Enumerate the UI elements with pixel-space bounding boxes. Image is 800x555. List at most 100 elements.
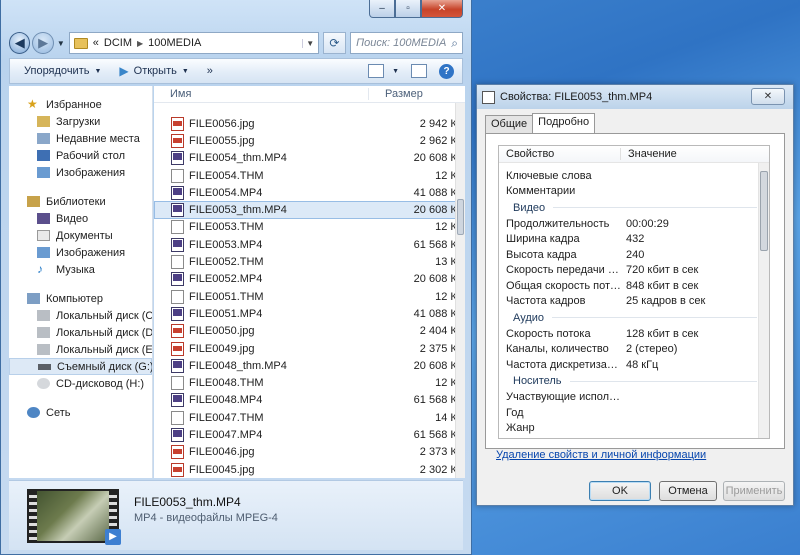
breadcrumb-100media[interactable]: 100MEDIA	[148, 37, 201, 49]
property-row[interactable]: Скорость потока 128 кбит в сек	[499, 326, 769, 342]
property-row[interactable]: Участвующие исполнители	[499, 390, 769, 406]
refresh-button[interactable]: ⟳	[322, 32, 347, 54]
property-row[interactable]: Ширина кадра 432	[499, 232, 769, 248]
apply-button[interactable]: Применить	[723, 481, 785, 501]
nav-documents[interactable]: Документы	[9, 227, 152, 244]
property-row[interactable]: Продолжительность 00:00:29	[499, 216, 769, 232]
nav-music[interactable]: ♪ Музыка	[9, 261, 152, 278]
tab-general[interactable]: Общие	[485, 115, 534, 133]
tab-details[interactable]: Подробно	[532, 113, 596, 133]
file-row[interactable]: FILE0054.THM 12 КБ	[154, 167, 465, 184]
file-row[interactable]: FILE0053.THM 12 КБ	[154, 219, 465, 236]
dialog-close-button[interactable]: ✕	[751, 88, 785, 105]
nav-libraries[interactable]: Библиотеки	[9, 193, 152, 210]
file-row[interactable]: FILE0054.MP4 41 088 КБ	[154, 184, 465, 201]
property-row[interactable]: Ключевые слова	[499, 168, 769, 184]
column-value[interactable]: Значение	[621, 148, 677, 160]
column-property[interactable]: Свойство	[499, 148, 621, 160]
file-row[interactable]: FILE0047.MP4 61 568 КБ	[154, 426, 465, 443]
nav-drive-g[interactable]: Съемный диск (G:)	[9, 358, 152, 375]
nav-recent-places[interactable]: Недавние места	[9, 130, 152, 147]
property-row[interactable]: Комментарии	[499, 184, 769, 200]
breadcrumb-dcim[interactable]: DCIM	[104, 37, 132, 49]
pictures-icon	[37, 167, 50, 178]
property-row[interactable]: Скорость передачи данн... 720 кбит в сек	[499, 263, 769, 279]
property-row[interactable]: Год	[499, 405, 769, 421]
nav-drive-d[interactable]: Локальный диск (D:)	[9, 324, 152, 341]
file-row[interactable]: FILE0051.MP4 41 088 КБ	[154, 305, 465, 322]
property-row[interactable]: Общая скорость потока 848 кбит в сек	[499, 278, 769, 294]
more-commands-button[interactable]: »	[207, 65, 213, 77]
nav-pictures[interactable]: Изображения	[9, 244, 152, 261]
file-row[interactable]: FILE0049.jpg 2 375 КБ	[154, 340, 465, 357]
breadcrumb-prefix[interactable]: «	[93, 37, 99, 49]
file-row[interactable]: FILE0055.jpg 2 962 КБ	[154, 132, 465, 149]
nav-computer[interactable]: Компьютер	[9, 290, 152, 307]
downloads-icon	[37, 116, 50, 127]
chevron-right-icon[interactable]: ▶	[137, 39, 143, 48]
open-button[interactable]: ▶ Открыть ▼	[119, 64, 188, 78]
nav-label: Недавние места	[56, 132, 140, 145]
file-name: FILE0047.THM	[189, 411, 264, 424]
jpg-file-icon	[171, 116, 184, 131]
file-row[interactable]: FILE0048_thm.MP4 20 608 КБ	[154, 357, 465, 374]
nav-favorites[interactable]: ★ Избранное	[9, 96, 152, 113]
cancel-button[interactable]: Отмена	[659, 481, 717, 501]
search-input[interactable]: Поиск: 100MEDIA ⌕	[350, 32, 463, 54]
address-bar[interactable]: « DCIM ▶ 100MEDIA ▼	[68, 32, 319, 54]
ok-button[interactable]: OK	[589, 481, 651, 501]
property-key: Продолжительность	[506, 217, 610, 230]
video-file-icon	[171, 203, 184, 218]
file-row[interactable]: FILE0047.THM 14 КБ	[154, 409, 465, 426]
nav-pictures-fav[interactable]: Изображения	[9, 164, 152, 181]
view-options-icon[interactable]	[368, 64, 385, 78]
nav-drive-e[interactable]: Локальный диск (E:)	[9, 341, 152, 358]
property-row[interactable]: Частота кадров 25 кадров в сек	[499, 294, 769, 310]
forward-button[interactable]: ▶	[32, 32, 54, 54]
drive-icon	[37, 327, 50, 338]
nav-drive-h[interactable]: CD-дисковод (H:)	[9, 375, 152, 392]
property-row[interactable]: Высота кадра 240	[499, 247, 769, 263]
chevron-down-icon[interactable]: ▼	[387, 68, 399, 75]
file-row[interactable]: FILE0053_thm.MP4 20 608 КБ	[154, 201, 465, 219]
property-key: Скорость передачи данн...	[506, 264, 621, 277]
file-row[interactable]: FILE0054_thm.MP4 20 608 КБ	[154, 150, 465, 167]
help-icon[interactable]: ?	[439, 63, 454, 79]
close-button[interactable]: ✕	[421, 0, 463, 18]
vertical-scrollbar[interactable]	[455, 103, 465, 478]
maximize-button[interactable]: ▫	[395, 0, 421, 18]
chevron-down-icon[interactable]: ▼	[301, 38, 318, 48]
nav-network[interactable]: Сеть	[9, 404, 152, 421]
file-row[interactable]: FILE0046.jpg 2 373 КБ	[154, 444, 465, 461]
history-dropdown-icon[interactable]: ▼	[57, 39, 65, 48]
file-row[interactable]: FILE0053.MP4 61 568 КБ	[154, 236, 465, 253]
file-row[interactable]: FILE0050.jpg 2 404 КБ	[154, 323, 465, 340]
property-key: Частота кадров	[506, 295, 586, 308]
remove-properties-link[interactable]: Удаление свойств и личной информации	[496, 449, 706, 461]
file-row[interactable]: FILE0048.THM 12 КБ	[154, 374, 465, 391]
organize-button[interactable]: Упорядочить ▼	[24, 65, 101, 77]
nav-downloads[interactable]: Загрузки	[9, 113, 152, 130]
column-size[interactable]: Размер	[369, 88, 423, 100]
property-row[interactable]: Частота дискретизации 48 кГц	[499, 357, 769, 373]
property-row[interactable]: Жанр	[499, 421, 769, 437]
file-row[interactable]: FILE0045.jpg 2 302 КБ	[154, 461, 465, 478]
file-row[interactable]: FILE0052.MP4 20 608 КБ	[154, 271, 465, 288]
file-row[interactable]: FILE0056.jpg 2 942 КБ	[154, 115, 465, 132]
file-row[interactable]: FILE0051.THM 12 КБ	[154, 288, 465, 305]
scrollbar-thumb[interactable]	[457, 199, 464, 235]
video-thumbnail: ▶	[27, 489, 121, 545]
nav-drive-c[interactable]: Локальный диск (C:)	[9, 307, 152, 324]
property-row[interactable]: Каналы, количество 2 (стерео)	[499, 342, 769, 358]
properties-scrollbar[interactable]	[758, 163, 769, 438]
preview-pane-icon[interactable]	[411, 64, 427, 78]
chevron-down-icon: ▼	[181, 67, 189, 75]
minimize-button[interactable]: –	[369, 0, 395, 18]
nav-video[interactable]: Видео	[9, 210, 152, 227]
nav-desktop[interactable]: Рабочий стол	[9, 147, 152, 164]
file-row[interactable]: FILE0052.THM 13 КБ	[154, 253, 465, 270]
back-button[interactable]: ◀	[9, 32, 31, 54]
column-name[interactable]: Имя	[154, 88, 369, 100]
scrollbar-thumb[interactable]	[760, 171, 768, 251]
file-row[interactable]: FILE0048.MP4 61 568 КБ	[154, 392, 465, 409]
